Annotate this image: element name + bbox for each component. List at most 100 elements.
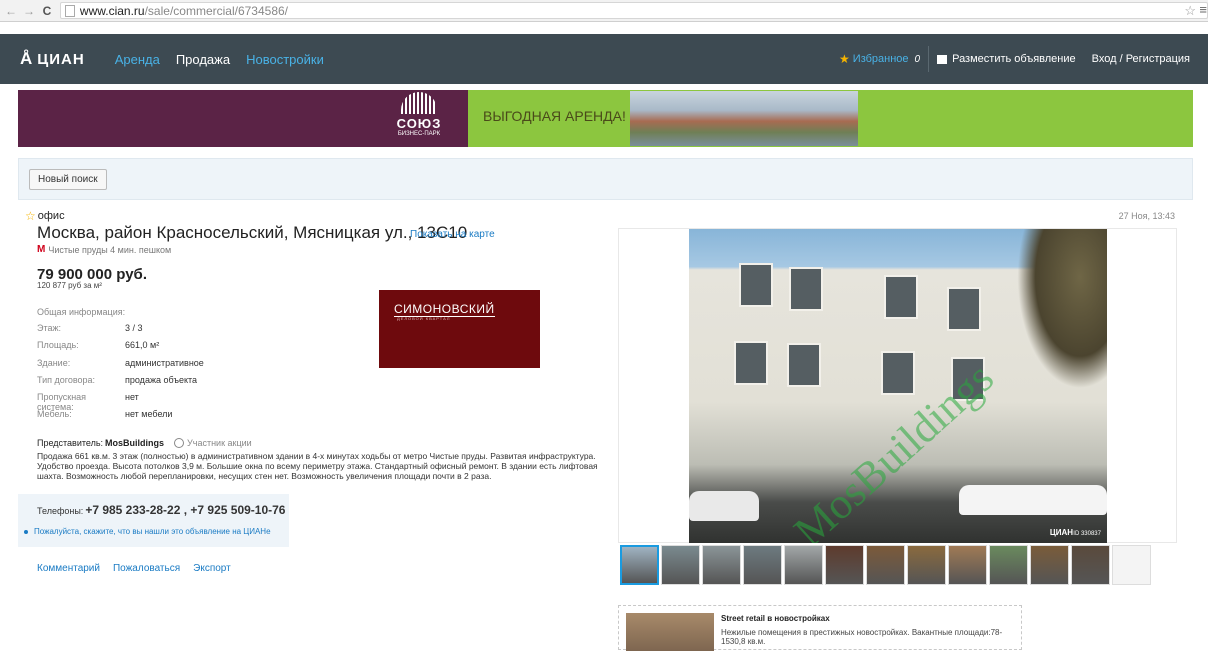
info-key: Этаж: xyxy=(37,323,62,333)
listing-address: Москва, район Красносельский, Мясницкая … xyxy=(37,223,468,242)
representative: Представитель: MosBuildings Участник акц… xyxy=(37,438,252,448)
ad-icon xyxy=(937,54,948,64)
search-panel: Новый поиск xyxy=(18,158,1193,200)
bullet-icon xyxy=(24,529,28,534)
nav-tab-new-buildings[interactable]: Новостройки xyxy=(238,34,332,84)
info-value: нет мебели xyxy=(125,409,173,419)
report-link[interactable]: Пожаловаться xyxy=(113,563,180,574)
info-row-floor: Этаж: 3 / 3 xyxy=(37,323,143,333)
info-value: 661,0 м² xyxy=(125,340,160,350)
cian-logo[interactable]: Å ЦИАН xyxy=(20,49,85,69)
building-window xyxy=(739,263,773,307)
member-badge-icon xyxy=(174,438,185,448)
info-row-building: Здание: административное xyxy=(37,358,204,368)
photo-frame: MosBuildings ЦИАН ID 330837 xyxy=(618,228,1177,543)
info-value: административное xyxy=(125,358,204,368)
photo-thumbnail[interactable] xyxy=(1030,545,1069,585)
cian-logo-icon: Å xyxy=(20,49,34,68)
simonovsky-subtitle: ДЕЛОВОЙ КВАРТАЛ xyxy=(397,316,451,321)
tree xyxy=(1017,229,1107,389)
photo-thumbnail[interactable] xyxy=(907,545,946,585)
info-key: Здание: xyxy=(37,358,71,368)
page-icon xyxy=(64,4,75,17)
site-header: Å ЦИАН Аренда Продажа Новостройки ★ Избр… xyxy=(0,34,1208,84)
fan-icon xyxy=(401,92,437,114)
listing-date: 27 Ноя, 13:43 xyxy=(1118,211,1175,221)
new-search-button[interactable]: Новый поиск xyxy=(29,169,107,190)
bookmark-star-icon[interactable]: ☆ xyxy=(1184,3,1196,19)
listing-type-label: офис xyxy=(37,210,65,222)
listing-description: Продажа 661 кв.м. 3 этаж (полностью) в а… xyxy=(37,451,598,481)
listing-type: ☆ офис xyxy=(25,209,65,223)
simonovsky-title: СИМОНОВСКИЙ xyxy=(394,302,495,317)
promo-banner[interactable]: СОЮЗ БИЗНЕС-ПАРК ВЫГОДНАЯ АРЕНДА! xyxy=(18,90,1193,147)
logo-text: ЦИАН xyxy=(37,50,85,68)
photo-thumbnail[interactable] xyxy=(989,545,1028,585)
phones: Телефоны: +7 985 233-28-22 , +7 925 509-… xyxy=(37,503,285,517)
street-retail-ad[interactable]: Street retail в новостройках Нежилые пом… xyxy=(618,605,1022,651)
car xyxy=(959,485,1107,515)
photo-thumbnail[interactable] xyxy=(866,545,905,585)
ad-text: Нежилые помещения в престижных новострой… xyxy=(721,628,1003,646)
phones-label: Телефоны: xyxy=(37,506,84,516)
phone-numbers[interactable]: +7 985 233-28-22 , +7 925 509-10-76 xyxy=(85,503,285,517)
building-window xyxy=(789,267,823,311)
info-row-contract: Тип договора: продажа объекта xyxy=(37,375,197,385)
photo-thumbnail[interactable] xyxy=(661,545,700,585)
info-key: Тип договора: xyxy=(37,375,96,385)
nav-tab-sale[interactable]: Продажа xyxy=(168,34,238,84)
thumbnail-strip xyxy=(620,545,1153,585)
rep-label: Представитель: xyxy=(37,438,104,448)
phone-note: Пожалуйста, скажите, что вы нашли это об… xyxy=(24,527,271,536)
banner-photo xyxy=(630,91,858,146)
soyuz-logo: СОЮЗ БИЗНЕС-ПАРК xyxy=(393,92,445,144)
reload-icon[interactable]: C xyxy=(40,4,54,18)
info-title: Общая информация: xyxy=(37,307,126,317)
post-ad-link[interactable]: Разместить объявление xyxy=(937,53,1076,65)
photo-thumbnail[interactable] xyxy=(1071,545,1110,585)
forward-icon[interactable]: → xyxy=(22,4,36,18)
main-photo[interactable]: MosBuildings ЦИАН ID 330837 xyxy=(689,229,1107,543)
building-window xyxy=(947,287,981,331)
simonovsky-ad[interactable]: СИМОНОВСКИЙ ДЕЛОВОЙ КВАРТАЛ xyxy=(379,290,540,368)
photo-thumbnail[interactable] xyxy=(1112,545,1151,585)
back-icon[interactable]: ← xyxy=(4,4,18,18)
show-on-map-link[interactable]: Показать на карте xyxy=(410,229,495,240)
photo-thumbnail[interactable] xyxy=(825,545,864,585)
photo-thumbnail[interactable] xyxy=(948,545,987,585)
rep-member: Участник акции xyxy=(187,438,252,448)
favorite-star-icon[interactable]: ☆ xyxy=(25,209,36,223)
ad-image xyxy=(626,613,714,651)
photo-thumbnail[interactable] xyxy=(743,545,782,585)
building-window xyxy=(884,275,918,319)
favorites-link[interactable]: ★ Избранное 0 xyxy=(839,52,920,66)
banner-brand-sub: БИЗНЕС-ПАРК xyxy=(397,131,441,137)
favorites-label: Избранное xyxy=(852,53,909,65)
info-value: продажа объекта xyxy=(125,375,198,385)
login-link[interactable]: Вход / Регистрация xyxy=(1092,53,1190,65)
address-bar[interactable]: www.cian.ru /sale/commercial/6734586/ xyxy=(59,2,1208,19)
nav-tab-rent[interactable]: Аренда xyxy=(107,34,168,84)
building-window xyxy=(881,351,915,395)
phone-box: Телефоны: +7 985 233-28-22 , +7 925 509-… xyxy=(18,494,289,547)
photo-logo: ЦИАН xyxy=(1049,528,1073,537)
banner-brand: СОЮЗ xyxy=(396,116,442,131)
info-row-area: Площадь: 661,0 м² xyxy=(37,340,159,350)
listing-actions: Комментарий Пожаловаться Экспорт xyxy=(37,563,244,574)
rep-name[interactable]: MosBuildings xyxy=(105,438,164,448)
ad-title: Street retail в новостройках xyxy=(721,614,830,623)
export-link[interactable]: Экспорт xyxy=(193,563,231,574)
building-window xyxy=(787,343,821,387)
header-divider xyxy=(928,46,930,72)
browser-menu-icon[interactable]: ≡ xyxy=(1199,2,1207,17)
info-key: Мебель: xyxy=(37,409,72,419)
car xyxy=(689,491,759,521)
building-window xyxy=(734,341,768,385)
photo-thumbnail[interactable] xyxy=(620,545,659,585)
photo-thumbnail[interactable] xyxy=(784,545,823,585)
post-ad-label: Разместить объявление xyxy=(952,53,1076,65)
comment-link[interactable]: Комментарий xyxy=(37,563,100,574)
photo-id: ID 330837 xyxy=(1073,531,1101,537)
photo-thumbnail[interactable] xyxy=(702,545,741,585)
metro-icon: M xyxy=(37,244,46,255)
